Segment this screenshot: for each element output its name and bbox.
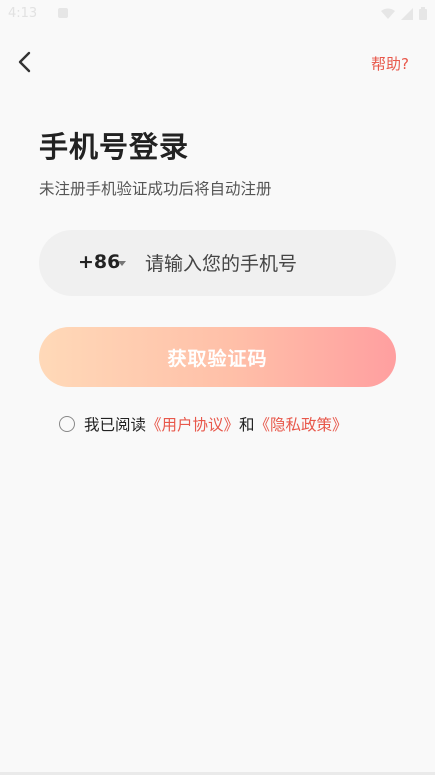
country-code-selector[interactable]: +86 xyxy=(78,251,120,273)
agreement-prefix: 我已阅读 xyxy=(84,416,147,434)
notification-icon xyxy=(58,8,68,18)
status-bar: 4:13 xyxy=(0,0,435,30)
status-icons xyxy=(381,7,427,20)
back-button[interactable] xyxy=(12,48,40,76)
privacy-policy-link[interactable]: 《隐私政策》 xyxy=(255,413,348,435)
phone-field-container: +86 xyxy=(39,230,396,296)
signal-icon xyxy=(401,7,413,20)
user-agreement-link[interactable]: 《用户协议》 xyxy=(146,413,239,435)
agree-checkbox[interactable] xyxy=(59,416,75,432)
page-title: 手机号登录 xyxy=(39,130,190,164)
status-time: 4:13 xyxy=(8,6,38,21)
phone-input[interactable] xyxy=(143,242,377,286)
help-link[interactable]: 帮助? xyxy=(371,53,409,74)
dropdown-caret-icon[interactable] xyxy=(118,261,126,266)
get-code-button[interactable]: 获取验证码 xyxy=(39,327,396,387)
wifi-icon xyxy=(381,8,395,19)
agreement-row: 我已阅读 《用户协议》 和 《隐私政策》 xyxy=(59,413,348,435)
page-subtitle: 未注册手机验证成功后将自动注册 xyxy=(39,180,272,198)
back-arrow-icon xyxy=(18,51,31,73)
battery-icon xyxy=(419,7,427,20)
agreement-and: 和 xyxy=(239,416,255,434)
